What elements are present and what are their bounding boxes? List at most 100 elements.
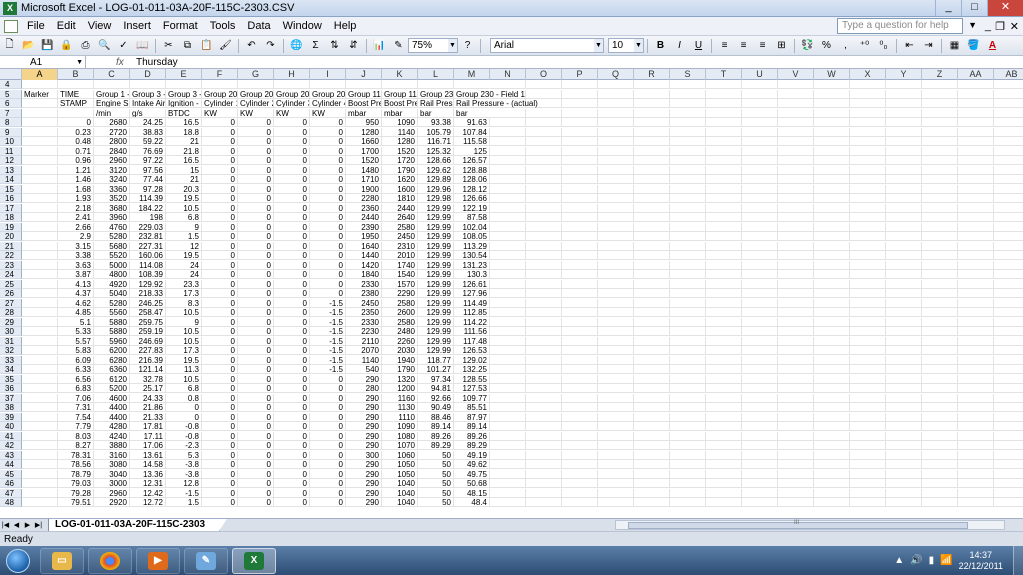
cell[interactable] — [526, 137, 562, 146]
row-header[interactable]: 23 — [0, 260, 22, 270]
cell[interactable] — [922, 469, 958, 479]
cell[interactable] — [994, 394, 1023, 403]
cell[interactable]: -1.5 — [310, 365, 346, 374]
cell[interactable]: 129.99 — [418, 346, 454, 355]
cell[interactable]: 6360 — [94, 365, 130, 374]
cell[interactable] — [382, 80, 418, 89]
cell[interactable] — [634, 194, 670, 203]
cell[interactable] — [598, 365, 634, 374]
cell[interactable]: 0 — [238, 431, 274, 441]
cell[interactable] — [814, 298, 850, 308]
cell[interactable] — [22, 222, 58, 232]
cell[interactable]: 3120 — [94, 165, 130, 175]
row-header[interactable]: 24 — [0, 270, 22, 279]
cell[interactable] — [562, 498, 598, 507]
cell[interactable] — [22, 498, 58, 507]
cell[interactable] — [670, 431, 706, 441]
cell[interactable]: 0 — [310, 450, 346, 460]
cell[interactable] — [958, 479, 994, 488]
cell[interactable] — [778, 393, 814, 403]
cell[interactable]: 24 — [166, 260, 202, 270]
cell[interactable]: 0 — [238, 175, 274, 184]
cell[interactable]: 79.03 — [58, 479, 94, 488]
cell[interactable] — [958, 213, 994, 222]
cell[interactable] — [958, 403, 994, 412]
cell[interactable] — [994, 308, 1023, 317]
cell[interactable] — [706, 308, 742, 317]
cell[interactable] — [526, 441, 562, 450]
cell[interactable]: 121.14 — [130, 365, 166, 374]
cell[interactable] — [814, 241, 850, 251]
cell[interactable] — [598, 289, 634, 298]
cell[interactable] — [850, 80, 886, 89]
cell[interactable] — [634, 118, 670, 127]
cell[interactable]: 8.03 — [58, 431, 94, 441]
cell[interactable] — [598, 118, 634, 127]
cell[interactable] — [886, 165, 922, 175]
cell[interactable]: 232.81 — [130, 232, 166, 241]
cell[interactable] — [634, 279, 670, 289]
cell[interactable]: g/s — [130, 108, 166, 118]
cell[interactable] — [274, 80, 310, 89]
cell[interactable] — [850, 374, 886, 384]
cell[interactable] — [526, 431, 562, 441]
cell[interactable] — [598, 232, 634, 241]
column-header[interactable]: Q — [598, 69, 634, 80]
cell[interactable]: Engine Sp — [94, 99, 130, 108]
cell[interactable] — [706, 412, 742, 422]
cell[interactable]: 101.27 — [418, 365, 454, 374]
cell[interactable]: 0 — [238, 336, 274, 346]
cell[interactable]: 2640 — [382, 213, 418, 222]
cell[interactable] — [958, 412, 994, 422]
cell[interactable] — [742, 108, 778, 118]
cell[interactable]: 0 — [202, 317, 238, 327]
cell[interactable] — [886, 298, 922, 308]
cell[interactable]: 290 — [346, 412, 382, 422]
cell[interactable]: 10.5 — [166, 336, 202, 346]
cell[interactable]: 2360 — [346, 203, 382, 213]
cell[interactable] — [742, 403, 778, 412]
cell[interactable] — [850, 289, 886, 298]
cell[interactable]: 107.84 — [454, 127, 490, 137]
cell[interactable] — [490, 441, 526, 450]
close-button[interactable]: ✕ — [987, 0, 1023, 16]
cell[interactable]: 2450 — [346, 298, 382, 308]
cell[interactable]: 0 — [202, 384, 238, 393]
cell[interactable] — [490, 127, 526, 137]
cell[interactable] — [490, 365, 526, 374]
menu-help[interactable]: Help — [328, 17, 363, 36]
cell[interactable]: 2720 — [94, 127, 130, 137]
cell[interactable] — [778, 156, 814, 165]
cell[interactable] — [706, 175, 742, 184]
cell[interactable]: 16.5 — [166, 156, 202, 165]
cell[interactable]: 2680 — [94, 118, 130, 127]
cell[interactable] — [814, 460, 850, 469]
font-color-button[interactable]: A — [985, 39, 1000, 53]
cell[interactable] — [526, 498, 562, 507]
cell[interactable] — [886, 488, 922, 498]
menu-tools[interactable]: Tools — [204, 17, 242, 36]
cell[interactable] — [850, 431, 886, 441]
column-header[interactable]: J — [346, 69, 382, 80]
cell[interactable]: 50 — [418, 469, 454, 479]
cell[interactable] — [562, 108, 598, 118]
font-size-select[interactable]: 10 ▼ — [608, 38, 644, 53]
cell[interactable] — [562, 279, 598, 289]
cell[interactable]: 1810 — [382, 194, 418, 203]
row-header[interactable]: 44 — [0, 460, 22, 469]
cell[interactable] — [490, 498, 526, 507]
cell[interactable] — [670, 393, 706, 403]
cell[interactable] — [634, 498, 670, 507]
cell[interactable]: 2330 — [346, 279, 382, 289]
cell[interactable]: 0 — [274, 431, 310, 441]
cell[interactable] — [490, 279, 526, 289]
cell[interactable] — [958, 431, 994, 441]
column-header[interactable]: C — [94, 69, 130, 80]
cell[interactable]: 290 — [346, 431, 382, 441]
sort-desc-icon[interactable]: ⇵ — [346, 39, 361, 53]
cell[interactable] — [598, 99, 634, 108]
cell[interactable]: 0 — [238, 355, 274, 365]
cell[interactable] — [166, 80, 202, 89]
cell[interactable] — [742, 89, 778, 99]
cell[interactable] — [526, 127, 562, 137]
